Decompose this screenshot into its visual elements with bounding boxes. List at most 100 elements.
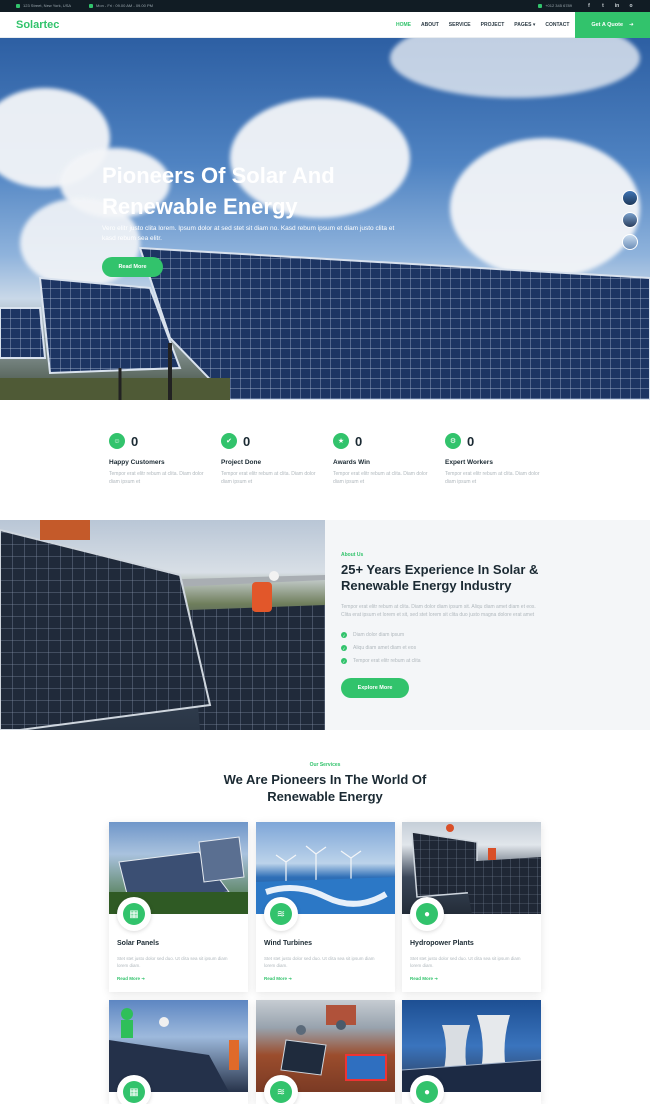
twitter-icon[interactable]: t [600,2,606,9]
solar-panel-icon: ▦ [123,1081,145,1103]
about-checklist: ✓ Diam dolor diam ipsum ✓ Aliqu diam amet … [341,632,421,664]
read-more-label: Read More [264,976,288,981]
stat-text: Tempor erat elitr rebum at clita. Diam d… [221,471,316,485]
hero-carousel: Pioneers Of Solar And Renewable Energy V… [0,38,650,400]
users-cog-icon: ⚙ [445,433,461,449]
phone-text: +012 345 6789 [545,3,572,8]
service-title: Solar Panels [117,940,160,947]
check-circle-icon: ✓ [341,632,347,638]
service-card-row2-2: ≋ [256,1000,395,1104]
topbar: 123 Street, New York, USA Mon - Fri : 09… [0,0,650,12]
check-text: Diam dolor diam ipsum [353,632,405,638]
wind-icon: ≋ [270,1081,292,1103]
stat-awards-win: ★ 0 Awards Win Tempor erat elitr rebum at… [333,433,433,486]
service-icon-wrap: ● [410,1075,444,1104]
services-title: We Are Pioneers In The World Of Renewabl… [223,772,427,804]
stat-number: 0 [131,433,139,449]
get-quote-button[interactable]: Get A Quote ➜ [575,12,650,38]
stats-section: ☺ 0 Happy Customers Tempor erat elitr reb… [0,400,650,520]
check-text: Tempor erat elitr rebum at clita [353,658,421,664]
check-item: ✓ Tempor erat elitr rebum at clita [341,658,421,664]
solar-panel-icon: ▦ [123,903,145,925]
nav-project[interactable]: PROJECT [481,22,505,28]
service-card-row2-3: ● [402,1000,541,1104]
stat-text: Tempor erat elitr rebum at clita. Diam d… [445,471,540,485]
lightbulb-icon: ● [416,903,438,925]
map-marker-icon [16,3,20,8]
service-title: Wind Turbines [264,940,313,947]
main-menu: HOME ABOUT SERVICE PROJECT PAGES ▾ CONTA… [396,22,569,28]
check-circle-icon: ✓ [341,645,347,651]
hero-title: Pioneers Of Solar And Renewable Energy [102,163,335,219]
service-icon-wrap: ≋ [264,897,298,931]
nav-pages[interactable]: PAGES ▾ [514,22,535,28]
users-icon: ☺ [109,433,125,449]
service-card-hydro: ● Hydropower Plants Stet stet justo dolo… [402,822,541,992]
stat-label: Project Done [221,459,262,466]
service-text: Stet stet justo dolor sed duo. Ut clita … [117,956,228,968]
stat-project-done: ✔ 0 Project Done Tempor erat elitr rebum … [221,433,321,486]
wind-icon: ≋ [270,903,292,925]
read-more-label: Read More [410,976,434,981]
linkedin-icon[interactable]: in [614,2,620,9]
service-icon-wrap: ▦ [117,1075,151,1104]
lightbulb-icon: ● [416,1081,438,1103]
service-icon-wrap: ● [410,897,444,931]
stat-happy-customers: ☺ 0 Happy Customers Tempor erat elitr reb… [109,433,209,486]
get-quote-label: Get A Quote [591,22,624,28]
stat-label: Expert Workers [445,459,493,466]
check-item: ✓ Diam dolor diam ipsum [341,632,421,638]
about-title: 25+ Years Experience In Solar & Renewabl… [341,562,539,593]
stat-label: Awards Win [333,459,371,466]
chevron-down-icon: ▾ [532,22,536,28]
address-text: 123 Street, New York, USA [23,3,72,8]
check-item: ✓ Aliqu diam amet diam et eos [341,645,421,651]
hours-info: Mon - Fri : 09.00 AM - 09.00 PM [89,3,153,8]
stat-label: Happy Customers [109,459,165,466]
check-circle-icon: ✓ [341,658,347,664]
check-text: Aliqu diam amet diam et eos [353,645,417,651]
about-text: Tempor erat elitr rebum at clita. Diam d… [341,604,536,618]
about-image [0,520,325,730]
stat-number: 0 [243,433,251,449]
award-icon: ★ [333,433,349,449]
service-read-more-link[interactable]: Read More ➜ [410,976,438,982]
carousel-thumb-3[interactable] [622,234,638,250]
facebook-icon[interactable]: f [586,2,592,9]
stat-text: Tempor erat elitr rebum at clita. Diam d… [109,471,204,485]
service-icon-wrap: ▦ [117,897,151,931]
phone-icon [538,3,543,8]
navbar: Solartec HOME ABOUT SERVICE PROJECT PAGE… [0,12,650,38]
phone-info: +012 345 6789 [538,3,572,8]
stat-number: 0 [355,433,363,449]
about-tag: About Us [341,552,364,558]
service-read-more-link[interactable]: Read More ➜ [117,976,145,982]
carousel-thumb-2[interactable] [622,212,638,228]
check-icon: ✔ [221,433,237,449]
services-tag: Our Services [309,762,341,768]
address-info: 123 Street, New York, USA [16,3,71,8]
service-text: Stet stet justo dolor sed duo. Ut clita … [264,956,375,968]
hero-subtitle: Vero elitr justo clita lorem. Ipsum dolo… [102,225,395,242]
carousel-thumb-1[interactable] [622,190,638,206]
logo[interactable]: Solartec [16,19,59,31]
hero-read-more-button[interactable]: Read More [102,257,163,277]
nav-about[interactable]: ABOUT [421,22,439,28]
service-read-more-link[interactable]: Read More ➜ [264,976,292,982]
explore-more-button[interactable]: Explore More [341,678,409,698]
nav-contact[interactable]: CONTACT [545,22,569,28]
nav-service[interactable]: SERVICE [449,22,471,28]
hours-text: Mon - Fri : 09.00 AM - 09.00 PM [96,3,153,8]
service-card-row2-1: ▦ [109,1000,248,1104]
service-title: Hydropower Plants [410,940,474,947]
read-more-label: Read More [117,976,141,981]
instagram-icon[interactable]: o [628,2,634,9]
service-icon-wrap: ≋ [264,1075,298,1104]
arrow-right-icon: ➜ [629,22,634,28]
carousel-thumbs [622,190,638,250]
clock-icon [89,3,94,8]
stat-text: Tempor erat elitr rebum at clita. Diam d… [333,471,428,485]
nav-home[interactable]: HOME [396,22,411,28]
about-section [0,520,650,730]
service-card-solar: ▦ Solar Panels Stet stet justo dolor sed… [109,822,248,992]
